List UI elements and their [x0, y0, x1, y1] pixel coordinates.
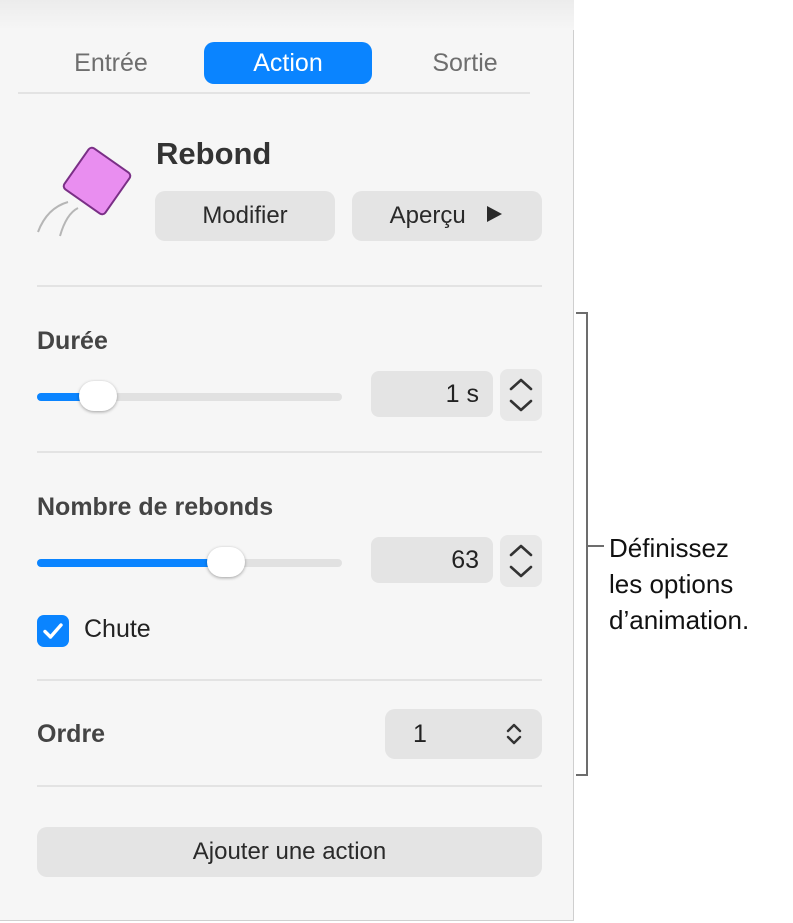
chevron-up-icon[interactable] [509, 544, 533, 557]
checkmark-icon [43, 623, 63, 639]
animation-title: Rebond [156, 136, 272, 171]
bounces-field[interactable]: 63 [371, 537, 493, 583]
section-divider [37, 451, 542, 453]
tabs-divider [18, 92, 530, 94]
callout-leader-line [588, 545, 604, 547]
toolbar-shadow [0, 0, 574, 30]
bounce-effect-thumbnail [37, 146, 132, 237]
add-action-button[interactable]: Ajouter une action [37, 827, 542, 877]
tab-sortie[interactable]: Sortie [372, 42, 558, 84]
bounces-slider-fill [37, 559, 227, 567]
callout-bracket [576, 312, 588, 776]
tab-action[interactable]: Action [204, 42, 372, 84]
callout-line-2: les options [609, 569, 734, 599]
order-value: 1 [413, 720, 427, 748]
duration-stepper[interactable] [500, 369, 542, 421]
chevron-up-icon[interactable] [509, 378, 533, 391]
callout-line-3: d’animation. [609, 605, 750, 635]
duration-label: Durée [37, 327, 108, 355]
fall-checkbox[interactable] [37, 615, 69, 647]
bounces-slider[interactable] [37, 547, 342, 577]
order-label: Ordre [37, 720, 106, 748]
modify-button[interactable]: Modifier [155, 191, 335, 241]
preview-label: Aperçu [389, 202, 466, 229]
updown-chevron-icon [506, 723, 522, 745]
section-divider [37, 679, 542, 681]
duration-slider[interactable] [37, 381, 342, 411]
duration-slider-knob[interactable] [79, 381, 117, 411]
callout-text: Définissez les options d’animation. [609, 530, 749, 638]
play-icon [487, 206, 503, 222]
tab-entree[interactable]: Entrée [18, 42, 204, 84]
animate-sidebar: Entrée Action Sortie Rebond Modifier Ape… [0, 0, 574, 921]
chevron-down-icon[interactable] [509, 565, 533, 578]
chevron-down-icon[interactable] [509, 399, 533, 412]
bounces-stepper[interactable] [500, 535, 542, 587]
diamond-shape-icon [62, 146, 132, 216]
section-divider [37, 285, 542, 287]
section-divider [37, 785, 542, 787]
order-popup[interactable]: 1 [385, 709, 542, 759]
fall-label[interactable]: Chute [84, 615, 151, 644]
animate-tabs: Entrée Action Sortie [18, 42, 530, 86]
bounces-slider-knob[interactable] [207, 547, 246, 577]
preview-button[interactable]: Aperçu [352, 191, 542, 241]
bounces-label: Nombre de rebonds [37, 493, 274, 521]
duration-field[interactable]: 1 s [371, 371, 493, 417]
callout-line-1: Définissez [609, 533, 729, 563]
